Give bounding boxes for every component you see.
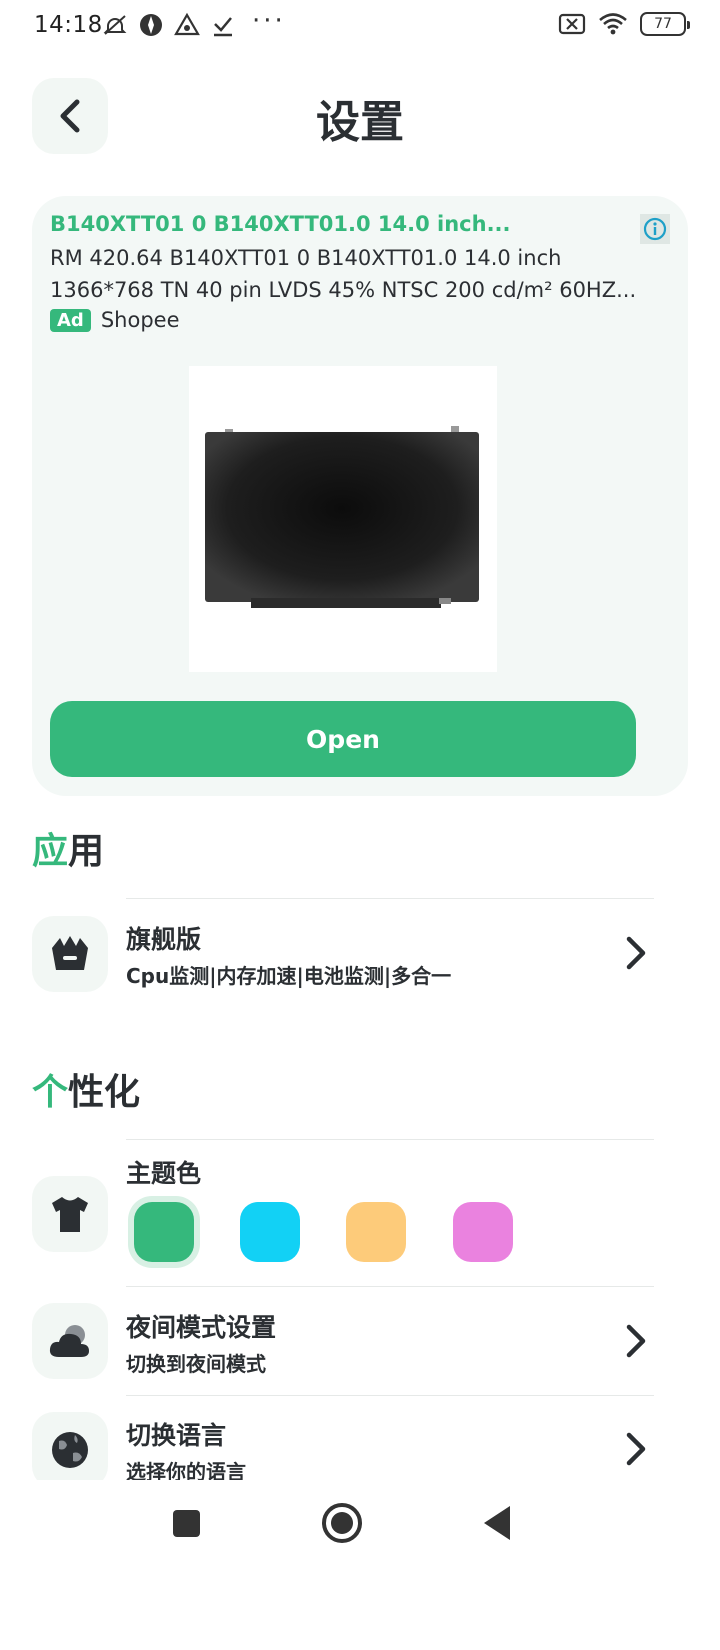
divider: [126, 1286, 654, 1287]
premium-title[interactable]: 旗舰版: [126, 920, 201, 956]
cloud-moon-icon: [49, 1325, 89, 1357]
recents-button[interactable]: [173, 1510, 200, 1537]
tshirt-icon: [52, 1197, 88, 1232]
language-title[interactable]: 切换语言: [126, 1416, 226, 1452]
wifi-icon: [599, 13, 627, 35]
chevron-right-icon[interactable]: [624, 1323, 648, 1359]
chevron-right-icon[interactable]: [624, 935, 648, 971]
sim-off-icon: [558, 13, 586, 35]
night-mode-title[interactable]: 夜间模式设置: [126, 1308, 276, 1344]
app-icon: [140, 14, 162, 36]
status-time: 14:18: [34, 12, 103, 38]
premium-subtitle: Cpu监测|内存加速|电池监测|多合一: [126, 964, 452, 988]
globe-icon: [52, 1432, 88, 1468]
ad-brand: Shopee: [100, 308, 180, 332]
ad-source: Ad Shopee: [50, 308, 180, 332]
info-icon[interactable]: [640, 214, 670, 244]
section-title-personalize: 个性化: [32, 1072, 141, 1113]
language-icon-tile[interactable]: [32, 1412, 108, 1488]
ad-desc-line1: RM 420.64 B140XTT01 0 B140XTT01.0 14.0 i…: [50, 246, 562, 270]
night-mode-subtitle: 切换到夜间模式: [126, 1352, 266, 1376]
back-nav-button[interactable]: [484, 1506, 510, 1540]
theme-swatch-orange[interactable]: [346, 1202, 406, 1262]
theme-swatch-cyan[interactable]: [240, 1202, 300, 1262]
ad-description: RM 420.64 B140XTT01 0 B140XTT01.0 14.0 i…: [50, 242, 670, 306]
theme-swatch-pink[interactable]: [453, 1202, 513, 1262]
theme-title: 主题色: [126, 1159, 202, 1188]
chevron-right-icon[interactable]: [624, 1431, 648, 1467]
battery-icon: 77: [640, 12, 690, 36]
status-bar: 14:18 ··· 77: [0, 0, 720, 56]
battery-level: 77: [654, 16, 672, 32]
system-nav-bar: [0, 1480, 720, 1650]
ad-title[interactable]: B140XTT01 0 B140XTT01.0 14.0 inch...: [50, 212, 610, 236]
check-icon: [214, 17, 232, 37]
ad-product-image[interactable]: [189, 366, 497, 672]
app-icon: [174, 12, 200, 36]
ad-card[interactable]: B140XTT01 0 B140XTT01.0 14.0 inch... RM …: [32, 196, 688, 796]
premium-icon-tile[interactable]: [32, 916, 108, 992]
divider: [126, 1395, 654, 1396]
ad-badge: Ad: [50, 308, 91, 332]
mute-icon: [103, 15, 127, 35]
theme-icon-tile: [32, 1176, 108, 1252]
home-button[interactable]: [322, 1503, 362, 1543]
open-button[interactable]: Open: [50, 701, 636, 777]
divider: [126, 898, 654, 899]
more-notifications: ···: [252, 6, 286, 36]
section-title-apps: 应用: [32, 831, 105, 872]
night-mode-icon-tile[interactable]: [32, 1303, 108, 1379]
laptop-panel-image: [205, 426, 479, 608]
theme-swatch-green[interactable]: [134, 1202, 194, 1262]
divider: [126, 1139, 654, 1140]
crown-basket-icon: [52, 936, 88, 970]
page-title: 设置: [316, 97, 404, 148]
ad-desc-line2: 1366*768 TN 40 pin LVDS 45% NTSC 200 cd/…: [50, 278, 637, 302]
